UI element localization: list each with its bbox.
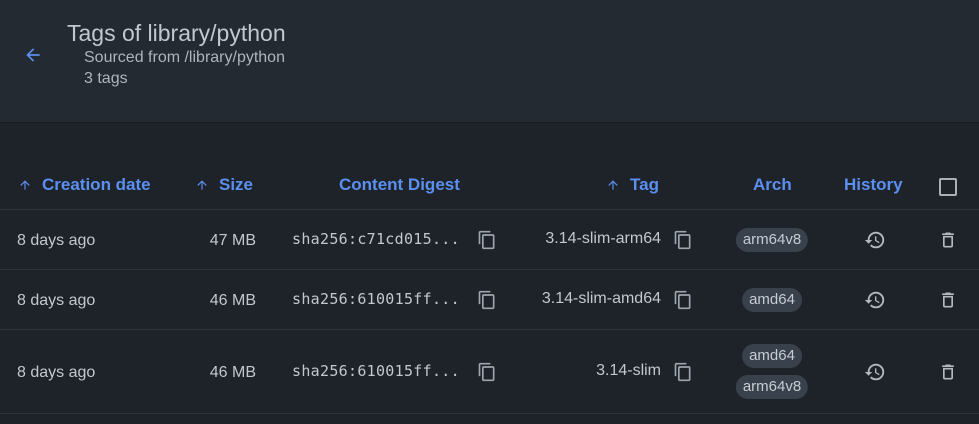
column-label: Size [219, 175, 254, 194]
image-size: 46 MB [209, 364, 256, 381]
history-icon[interactable] [864, 289, 886, 311]
column-size[interactable]: Size [195, 175, 253, 195]
column-label: Arch [753, 175, 792, 194]
image-size: 46 MB [209, 292, 256, 309]
arrow-up-icon [197, 180, 207, 190]
page-header: Tags of library/python Sourced from /lib… [0, 0, 979, 123]
content-digest: sha256:610015ff... [292, 362, 460, 380]
arrow-up-icon [608, 180, 618, 190]
column-tag[interactable]: Tag [606, 175, 659, 195]
tag-name: 3.14-slim-amd64 [541, 290, 661, 307]
image-size: 47 MB [209, 232, 256, 249]
arch-chip: amd64 [742, 288, 802, 312]
copy-icon[interactable] [673, 361, 693, 383]
history-icon[interactable] [864, 361, 886, 383]
tags-table: Creation date Size Content Digest Tag Ar… [0, 162, 979, 414]
content-digest: sha256:610015ff... [292, 290, 460, 308]
table-row: 8 days ago 46 MB sha256:610015ff... 3.14… [0, 270, 979, 330]
copy-icon[interactable] [477, 289, 497, 311]
copy-icon[interactable] [673, 289, 693, 311]
copy-icon[interactable] [477, 361, 497, 383]
creation-date: 8 days ago [17, 232, 96, 249]
copy-icon[interactable] [477, 229, 497, 251]
table-header: Creation date Size Content Digest Tag Ar… [0, 162, 979, 210]
arch-chip: amd64 [742, 344, 802, 368]
content-digest: sha256:c71cd015... [292, 230, 460, 248]
page-title: Tags of library/python [67, 20, 286, 46]
select-all-checkbox[interactable] [939, 178, 957, 196]
column-history[interactable]: History [844, 175, 903, 195]
back-button[interactable] [20, 42, 46, 68]
trash-icon[interactable] [938, 229, 958, 251]
creation-date: 8 days ago [17, 292, 96, 309]
column-arch[interactable]: Arch [753, 175, 792, 195]
arrow-left-icon [26, 48, 40, 62]
tag-name: 3.14-slim [596, 362, 661, 379]
creation-date: 8 days ago [17, 364, 96, 381]
column-label: History [844, 175, 903, 194]
tag-count: 3 tags [84, 70, 128, 87]
column-content-digest[interactable]: Content Digest [339, 175, 460, 195]
history-icon[interactable] [864, 229, 886, 251]
copy-icon[interactable] [673, 229, 693, 251]
column-label: Tag [630, 175, 659, 194]
arrow-up-icon [20, 180, 30, 190]
arch-chip: arm64v8 [735, 375, 809, 399]
trash-icon[interactable] [938, 361, 958, 383]
table-row: 8 days ago 46 MB sha256:610015ff... 3.14… [0, 330, 979, 414]
trash-icon[interactable] [938, 289, 958, 311]
column-label: Content Digest [339, 175, 460, 194]
column-label: Creation date [42, 175, 151, 194]
source-subtitle: Sourced from /library/python [84, 49, 285, 66]
table-row: 8 days ago 47 MB sha256:c71cd015... 3.14… [0, 210, 979, 270]
column-creation-date[interactable]: Creation date [18, 175, 151, 195]
arch-chip: arm64v8 [735, 228, 809, 252]
tag-name: 3.14-slim-arm64 [545, 230, 661, 247]
